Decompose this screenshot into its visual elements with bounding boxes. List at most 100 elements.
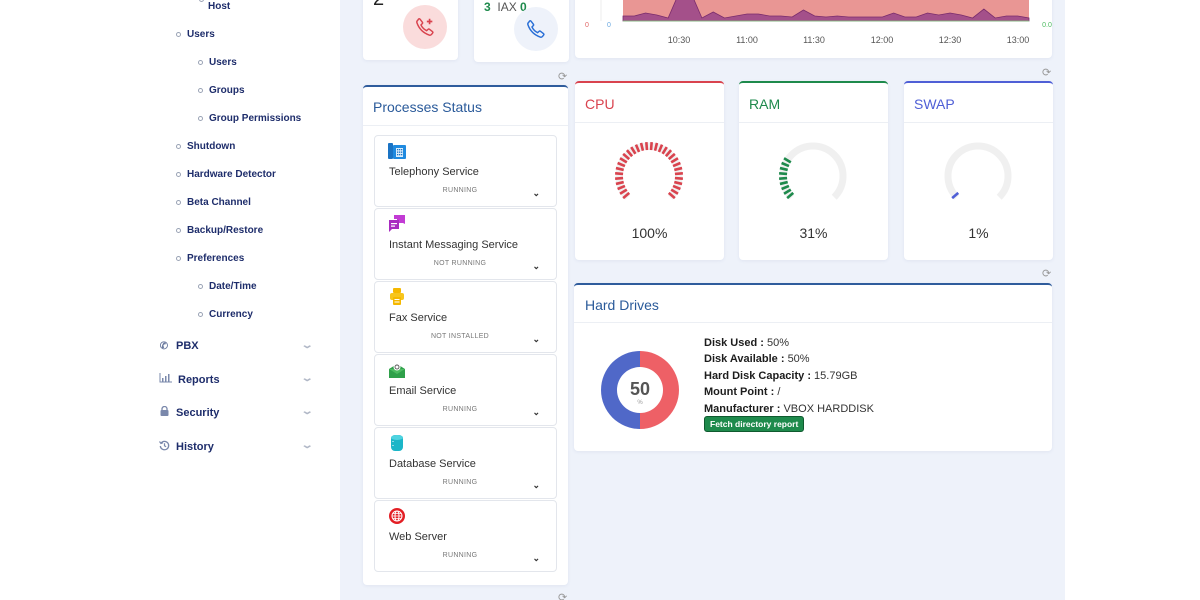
sidebar-item-label: Currency <box>209 309 253 320</box>
sidebar-item-date-time[interactable]: Date/Time <box>198 281 257 292</box>
service-item-web-server[interactable]: Web Server RUNNING ⌄ <box>374 500 557 572</box>
calls-count: 2 <box>373 0 384 11</box>
field-value: 50% <box>766 337 790 349</box>
service-item-database[interactable]: Database Service RUNNING ⌄ <box>374 427 557 499</box>
gauge-tick <box>779 180 789 186</box>
chevron-down-icon[interactable]: ⌄ <box>532 188 540 199</box>
sidebar-item-users[interactable]: Users <box>176 29 215 40</box>
service-status: NOT INSTALLED <box>430 333 490 340</box>
refresh-icon[interactable]: ⟳ <box>1042 267 1051 280</box>
sidebar-item-host[interactable]: Host <box>208 1 230 12</box>
chevron-down-icon[interactable]: ⌄ <box>532 334 540 345</box>
x-tick-label: 11:00 <box>736 35 758 45</box>
service-status: RUNNING <box>442 406 478 413</box>
sidebar-item-label: Groups <box>209 85 245 96</box>
gauge-track <box>779 142 847 200</box>
sidebar-item-preferences[interactable]: Preferences <box>176 253 244 264</box>
sidebar-item-group-permissions[interactable]: Group Permissions <box>198 113 301 124</box>
phone-icon: ✆ <box>159 340 169 352</box>
x-tick-label: 12:00 <box>871 35 894 45</box>
fetch-directory-report-button[interactable]: Fetch directory report <box>704 416 805 432</box>
sidebar-item-shutdown[interactable]: Shutdown <box>176 141 235 152</box>
iax-label: IAX <box>497 0 517 14</box>
database-icon <box>391 435 403 451</box>
service-status: RUNNING <box>442 552 478 559</box>
printer-icon <box>390 288 404 305</box>
service-name: Database Service <box>389 458 476 470</box>
field-label: Disk Available : <box>704 353 785 366</box>
sidebar-item-users-sub[interactable]: Users <box>198 57 237 68</box>
service-item-fax[interactable]: Fax Service NOT INSTALLED ⌄ <box>374 281 557 353</box>
add-call-button[interactable] <box>403 5 447 49</box>
gauge-tick <box>673 180 683 186</box>
gauge-tick <box>779 172 788 176</box>
chevron-down-icon[interactable]: ⌄ <box>532 407 540 418</box>
sidebar-section-pbx[interactable]: ✆ PBX ⌄ <box>158 340 314 352</box>
divider <box>363 125 568 126</box>
sip-count: 3 <box>484 0 491 14</box>
left-axis-label: 0 <box>607 22 611 29</box>
gauge-tick <box>615 180 625 186</box>
sidebar-item-label: Hardware Detector <box>187 169 276 180</box>
refresh-icon[interactable]: ⟳ <box>1042 66 1051 79</box>
field-value: 15.79GB <box>814 369 858 382</box>
chevron-down-icon[interactable]: ⌄ <box>532 261 540 272</box>
service-item-email[interactable]: Email Service RUNNING ⌄ <box>374 354 557 426</box>
disk-used-row: Disk Used : 50% <box>704 335 874 351</box>
bullet-icon <box>198 60 203 65</box>
disk-usage-donut: 50 % <box>601 351 679 429</box>
page: Host Users Users Groups Group Permission… <box>0 0 1200 600</box>
chevron-down-icon[interactable]: ⌄ <box>532 553 540 564</box>
sidebar-item-label: Host <box>208 1 231 12</box>
gauge-tick <box>615 172 624 176</box>
chevron-down-icon[interactable]: ⌄ <box>532 480 540 491</box>
bullet-icon <box>199 0 204 2</box>
gauge-tick <box>674 172 683 176</box>
divider <box>574 322 1052 323</box>
processes-status-card: Processes Status Telephony Service RUNNI… <box>363 85 568 585</box>
sidebar-item-hardware-detector[interactable]: Hardware Detector <box>176 169 276 180</box>
cpu-title: CPU <box>585 96 615 112</box>
bullet-icon <box>176 228 181 233</box>
field-value: 50% <box>787 353 810 366</box>
swap-value: 1% <box>968 225 989 241</box>
sidebar-item-label: Shutdown <box>187 141 236 152</box>
disk-info: Disk Used : 50% Disk Available : 50% Har… <box>704 335 874 417</box>
field-label: Mount Point : <box>704 386 775 399</box>
sidebar-section-security[interactable]: Security ⌄ <box>158 405 314 419</box>
trunks-button[interactable] <box>514 7 558 51</box>
sidebar-item-label: Beta Channel <box>187 197 251 208</box>
field-label: Disk Used : <box>704 337 764 349</box>
sidebar-item-currency[interactable]: Currency <box>198 309 253 320</box>
sidebar-section-label: Security <box>176 406 220 419</box>
sidebar-item-label: Date/Time <box>209 281 257 292</box>
field-value: VBOX HARDDISK <box>783 402 874 415</box>
service-item-instant-messaging[interactable]: Instant Messaging Service NOT RUNNING ⌄ <box>374 208 557 280</box>
processes-title: Processes Status <box>373 99 482 115</box>
refresh-icon[interactable]: ⟳ <box>558 70 567 83</box>
phone-plus-icon <box>416 18 434 36</box>
ram-title: RAM <box>749 96 781 112</box>
gauge-tick <box>673 166 683 172</box>
donut-value: 50 <box>630 379 650 399</box>
x-tick-label: 11:30 <box>803 35 825 45</box>
disk-available-row: Disk Available : 50% <box>704 351 874 367</box>
ram-gauge <box>779 142 847 200</box>
bar-chart-icon <box>158 373 172 386</box>
service-item-telephony[interactable]: Telephony Service RUNNING ⌄ <box>374 135 557 207</box>
bullet-icon <box>198 88 203 93</box>
chevron-down-icon: ⌄ <box>300 406 314 417</box>
sidebar-section-reports[interactable]: Reports ⌄ <box>158 373 314 386</box>
sidebar-item-label: Users <box>187 29 215 40</box>
refresh-icon[interactable]: ⟳ <box>558 591 567 600</box>
sidebar-item-groups[interactable]: Groups <box>198 85 245 96</box>
sidebar-item-label: Users <box>209 57 237 68</box>
bullet-icon <box>198 284 203 289</box>
sidebar-item-backup-restore[interactable]: Backup/Restore <box>176 225 263 236</box>
service-name: Telephony Service <box>389 166 479 178</box>
traffic-chart-card: 0 0 0.0 10:30 11:00 11:30 12:00 12:30 13:00 <box>575 0 1052 58</box>
sidebar-section-history[interactable]: History ⌄ <box>158 440 314 454</box>
hard-drives-title: Hard Drives <box>585 297 659 313</box>
sidebar-item-beta-channel[interactable]: Beta Channel <box>176 197 251 208</box>
field-label: Hard Disk Capacity : <box>704 369 811 382</box>
